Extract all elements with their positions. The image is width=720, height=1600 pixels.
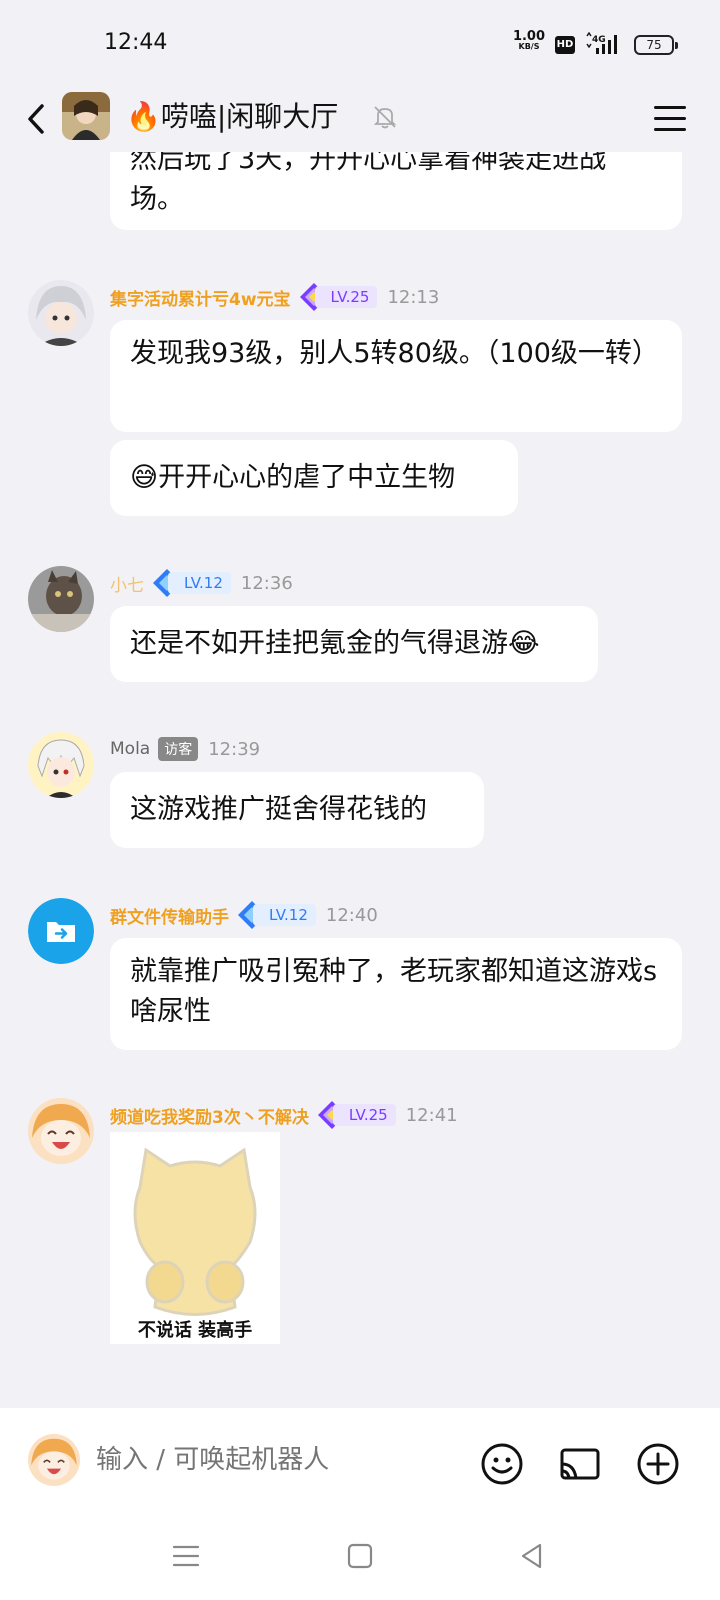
signal-icon: 4G bbox=[586, 32, 617, 54]
message-text-line: 场。 bbox=[130, 184, 184, 215]
input-bar bbox=[0, 1408, 720, 1510]
message-meta: 频道吃我奖励3次丶不解决 LV.25 12:41 bbox=[110, 1100, 458, 1130]
level-badge: LV.12 bbox=[152, 569, 231, 597]
message-text: 还是不如开挂把氪金的气得退游😂 bbox=[130, 628, 540, 659]
message-meta: Mola 访客 12:39 bbox=[110, 734, 260, 764]
sender-name[interactable]: Mola bbox=[110, 739, 150, 759]
message-list[interactable]: 然后玩了3天，开开心心拿着神装走进战 场。 集字活动累计亏4w元宝 LV.25 … bbox=[0, 152, 720, 1408]
status-bar: 12:44 1.00 KB/S HD 4G 75 bbox=[0, 0, 720, 86]
system-nav-bar bbox=[0, 1510, 720, 1600]
message-input[interactable] bbox=[96, 1434, 456, 1486]
cast-icon[interactable] bbox=[558, 1442, 602, 1486]
sticker-image[interactable]: 不说话 装高手 bbox=[110, 1132, 280, 1344]
message-meta: 群文件传输助手 LV.12 12:40 bbox=[110, 900, 378, 930]
message-bubble[interactable]: 😅开开心心的虐了中立生物 bbox=[110, 440, 518, 516]
message-time: 12:39 bbox=[208, 738, 261, 760]
message-time: 12:36 bbox=[240, 572, 293, 594]
network-type-label: 4G bbox=[592, 35, 606, 45]
network-speed-unit: KB/S bbox=[518, 42, 540, 51]
message-text: 😅开开心心的虐了中立生物 bbox=[130, 462, 456, 493]
level-label: LV.12 bbox=[253, 904, 316, 926]
sticker-cat-illustration: 不说话 装高手 bbox=[110, 1132, 280, 1344]
sticker-caption: 不说话 装高手 bbox=[138, 1319, 252, 1341]
home-nav-icon[interactable] bbox=[342, 1538, 378, 1574]
avatar[interactable] bbox=[28, 566, 94, 632]
hamburger-menu-icon[interactable] bbox=[650, 98, 690, 138]
message-meta: 小七 LV.12 12:36 bbox=[110, 568, 293, 598]
message-text: 发现我93级，别人5转80级。（100级一转） bbox=[130, 338, 659, 369]
back-button[interactable] bbox=[18, 96, 58, 142]
message-time: 12:40 bbox=[325, 904, 378, 926]
back-nav-icon[interactable] bbox=[514, 1538, 550, 1574]
message-bubble[interactable]: 发现我93级，别人5转80级。（100级一转） bbox=[110, 320, 682, 432]
hd-icon: HD bbox=[555, 36, 575, 54]
chat-header: 🔥唠嗑|闲聊大厅 bbox=[0, 86, 720, 152]
sender-name[interactable]: 频道吃我奖励3次丶不解决 bbox=[110, 1103, 309, 1128]
message-time: 12:41 bbox=[405, 1104, 458, 1126]
level-label: LV.25 bbox=[314, 286, 378, 308]
level-badge: LV.25 bbox=[317, 1101, 396, 1129]
file-assistant-avatar bbox=[28, 898, 94, 964]
level-badge: LV.12 bbox=[237, 901, 316, 929]
message-text-line: 然后玩了3天，开开心心拿着神装走进战 bbox=[130, 152, 607, 175]
message-time: 12:13 bbox=[387, 286, 440, 308]
status-time: 12:44 bbox=[104, 30, 168, 55]
battery-indicator: 75 bbox=[634, 35, 678, 55]
message-text: 这游戏推广挺舍得花钱的 bbox=[130, 794, 427, 825]
visitor-badge: 访客 bbox=[158, 737, 199, 761]
message-bubble[interactable]: 这游戏推广挺舍得花钱的 bbox=[110, 772, 484, 848]
page-title: 🔥唠嗑|闲聊大厅 bbox=[126, 100, 339, 133]
level-badge: LV.25 bbox=[299, 283, 378, 311]
avatar[interactable] bbox=[28, 732, 94, 798]
plus-circle-icon[interactable] bbox=[636, 1442, 680, 1486]
avatar[interactable] bbox=[28, 1098, 94, 1164]
group-avatar[interactable] bbox=[62, 92, 110, 140]
smiley-icon[interactable] bbox=[480, 1442, 524, 1486]
sender-name[interactable]: 小七 bbox=[110, 571, 144, 596]
message-meta: 集字活动累计亏4w元宝 LV.25 12:13 bbox=[110, 282, 439, 312]
level-label: LV.12 bbox=[168, 572, 231, 594]
network-speed: 1.00 KB/S bbox=[512, 30, 546, 51]
avatar[interactable] bbox=[28, 280, 94, 346]
level-label: LV.25 bbox=[332, 1104, 396, 1126]
bell-off-icon bbox=[373, 106, 397, 129]
message-bubble[interactable]: 然后玩了3天，开开心心拿着神装走进战 场。 bbox=[110, 152, 682, 230]
message-bubble[interactable]: 还是不如开挂把氪金的气得退游😂 bbox=[110, 606, 598, 682]
sender-name[interactable]: 群文件传输助手 bbox=[110, 903, 229, 928]
message-bubble[interactable]: 就靠推广吸引冤种了，老玩家都知道这游戏s啥尿性 bbox=[110, 938, 682, 1050]
self-avatar[interactable] bbox=[28, 1434, 80, 1486]
message-text: 就靠推广吸引冤种了，老玩家都知道这游戏s啥尿性 bbox=[130, 956, 658, 1027]
menu-nav-icon[interactable] bbox=[168, 1538, 204, 1574]
sender-name[interactable]: 集字活动累计亏4w元宝 bbox=[110, 285, 291, 310]
avatar[interactable] bbox=[28, 898, 94, 964]
